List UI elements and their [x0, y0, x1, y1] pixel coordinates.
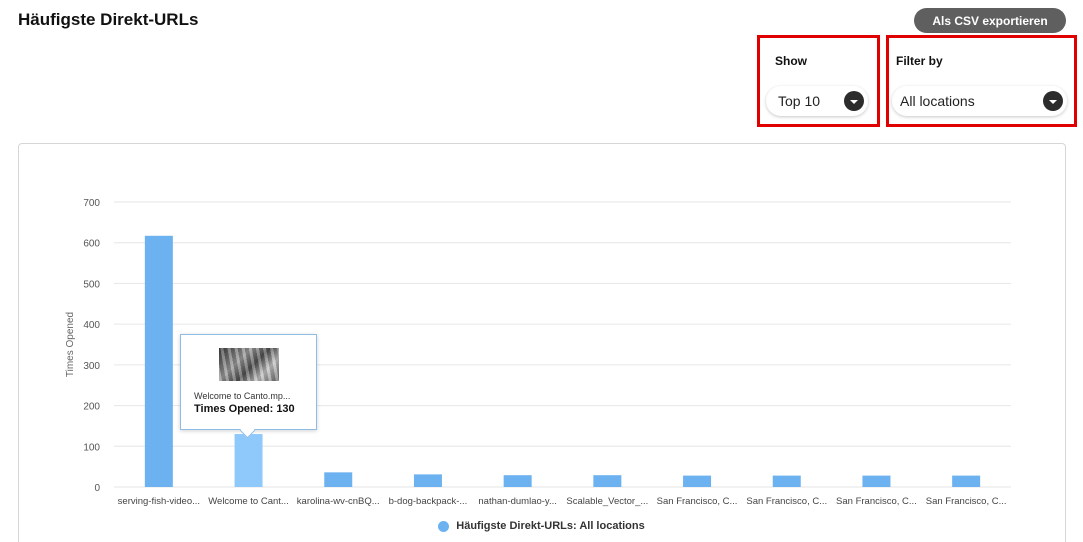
y-tick-label: 500: [83, 279, 100, 290]
location-select-value: All locations: [900, 93, 975, 109]
location-select[interactable]: All locations: [892, 86, 1067, 116]
show-label: Show: [775, 54, 807, 68]
x-tick-label: San Francisco, C...: [926, 496, 1007, 507]
tooltip-value: Times Opened: 130: [194, 403, 295, 415]
bar[interactable]: [413, 474, 442, 487]
legend-dot-icon: [438, 520, 450, 532]
export-csv-button[interactable]: Als CSV exportieren: [914, 8, 1066, 33]
bar[interactable]: [862, 475, 891, 487]
y-tick-label: 600: [83, 239, 100, 250]
bar[interactable]: [593, 475, 622, 487]
x-tick-label: karolina-wv-cnBQ...: [297, 496, 380, 507]
bar-chart: 0 100 200 300 400 500 600 700 Times Opened servin…: [65, 198, 1011, 507]
x-tick-label: Welcome to Cant...: [208, 496, 289, 507]
show-select[interactable]: Top 10: [766, 86, 868, 116]
bar[interactable]: [772, 475, 801, 487]
x-tick-label: Scalable_Vector_...: [566, 496, 648, 507]
y-tick-label: 200: [83, 402, 100, 413]
y-tick-label: 300: [83, 361, 100, 372]
bar[interactable]: [683, 475, 712, 487]
filter-by-box: Filter by All locations: [886, 35, 1077, 127]
bar[interactable]: [324, 472, 353, 487]
bar-tooltip: Welcome to Canto.mp... Times Opened: 130: [180, 334, 317, 430]
bar[interactable]: [144, 235, 173, 487]
y-tick-label: 700: [83, 198, 100, 209]
show-filter-box: Show Top 10: [757, 35, 880, 127]
y-tick-label: 100: [83, 442, 100, 453]
x-tick-label: San Francisco, C...: [746, 496, 827, 507]
bar[interactable]: [503, 475, 532, 487]
page-title: Häufigste Direkt-URLs: [18, 10, 199, 29]
x-tick-label: nathan-dumlao-y...: [478, 496, 557, 507]
legend-label: Häufigste Direkt-URLs: All locations: [456, 520, 645, 532]
tooltip-item-name: Welcome to Canto.mp...: [194, 391, 291, 401]
filter-by-label: Filter by: [896, 54, 943, 68]
bar[interactable]: [952, 475, 981, 487]
x-tick-label: b-dog-backpack-...: [389, 496, 468, 507]
x-tick-label: San Francisco, C...: [836, 496, 917, 507]
chevron-down-icon[interactable]: [1043, 91, 1063, 111]
y-tick-label: 400: [83, 320, 100, 331]
bar[interactable]: [234, 434, 263, 487]
chart-legend[interactable]: Häufigste Direkt-URLs: All locations: [0, 520, 1083, 532]
show-select-value: Top 10: [778, 93, 821, 109]
y-tick-label: 0: [94, 483, 100, 494]
y-axis-label: Times Opened: [65, 312, 76, 377]
chevron-down-icon[interactable]: [844, 91, 864, 111]
x-tick-label: serving-fish-video...: [118, 496, 200, 507]
x-tick-label: San Francisco, C...: [657, 496, 738, 507]
video-thumbnail: [219, 348, 279, 381]
chart-card: 0 100 200 300 400 500 600 700 Times Opened servin…: [18, 143, 1066, 542]
